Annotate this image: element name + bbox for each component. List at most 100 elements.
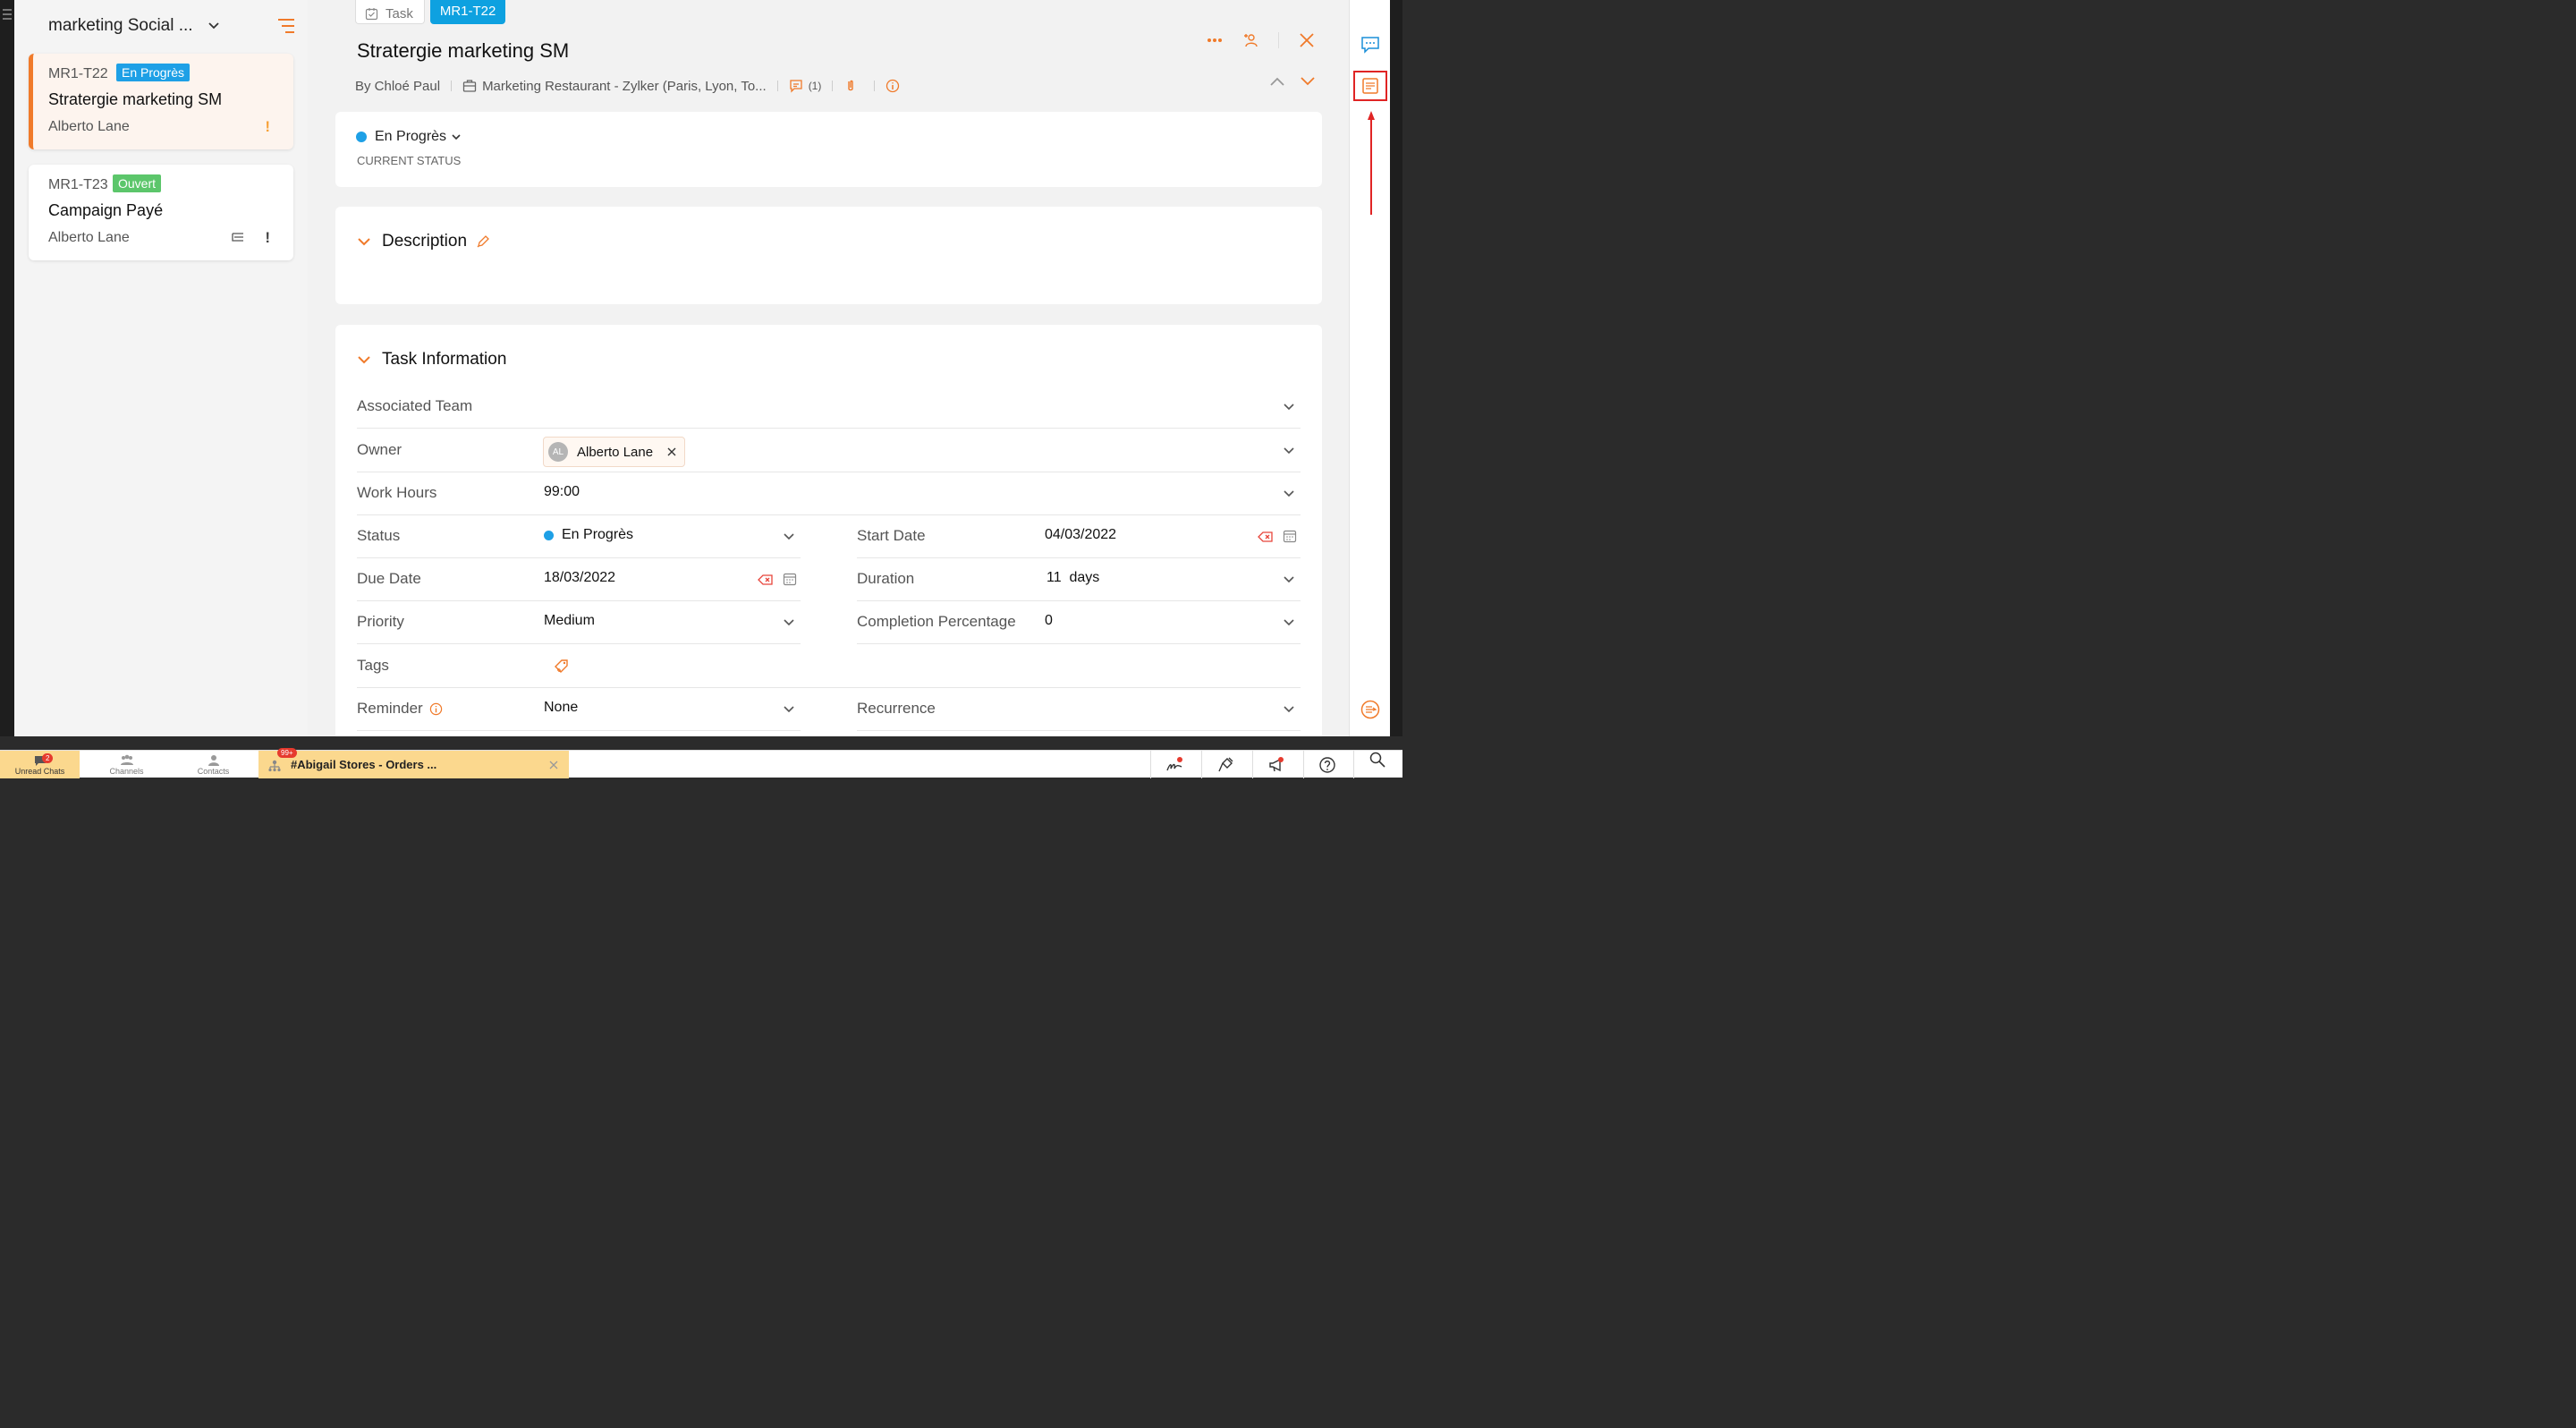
collapse-chevron-icon[interactable] [357,234,371,249]
chevron-down-icon[interactable] [1283,703,1295,716]
chevron-down-icon[interactable] [1283,401,1295,413]
task-title: Campaign Payé [48,201,164,219]
recurrence-field[interactable]: Recurrence [857,688,1301,731]
unread-chats-tab[interactable]: 2 Unread Chats [0,751,80,778]
channels-label: Channels [109,767,144,776]
collapse-chevron-icon[interactable] [357,353,371,367]
field-label: Work Hours [357,484,437,501]
contacts-tab[interactable]: Contacts [179,751,248,778]
help-question-icon[interactable] [1318,756,1336,774]
due-date-field[interactable]: Due Date 18/03/2022 [357,558,801,601]
plugin-disconnect-icon[interactable] [1216,756,1234,774]
edit-pencil-icon[interactable] [476,234,490,249]
comment-count[interactable]: (1) [809,80,822,92]
breadcrumb-task[interactable]: Task [355,0,425,24]
attachment-icon[interactable] [843,79,858,93]
field-label: Completion Percentage [857,613,1016,630]
open-channel-chat[interactable]: 99+ #Abigail Stores - Orders ... [258,748,569,778]
task-card-mr1-t23[interactable]: MR1-T23 Ouvert Campaign Payé Alberto Lan… [29,165,293,260]
description-panel: Description [335,207,1322,304]
window-edge [1390,0,1402,736]
description-header[interactable]: Description [357,232,490,251]
unread-count-badge: 2 [42,753,54,763]
divider [1150,751,1151,778]
next-task-icon[interactable] [1301,77,1315,86]
search-icon[interactable] [1368,751,1386,769]
channels-tab[interactable]: Channels [92,751,161,778]
field-label: Status [357,527,401,544]
chevron-down-icon[interactable] [783,531,795,543]
task-information-header[interactable]: Task Information [357,350,506,370]
priority-icon: ! [265,118,270,135]
field-label: Due Date [357,570,421,587]
tasklist-title[interactable]: marketing Social ... [48,16,193,36]
add-tag-icon[interactable] [554,659,570,675]
annotation-arrow-icon [1368,111,1375,215]
list-menu-icon[interactable] [277,18,295,34]
remove-owner-icon[interactable] [667,447,676,456]
field-label: Associated Team [357,397,473,414]
associated-team-field[interactable]: Associated Team [357,386,1301,429]
channel-unread-badge: 99+ [277,748,297,758]
list-arrow-icon[interactable] [1360,700,1380,719]
channels-people-icon [120,754,133,765]
signature-scribble-icon[interactable] [1165,756,1183,774]
completion-percentage-field[interactable]: Completion Percentage 0 [857,601,1301,644]
start-date-field[interactable]: Start Date 04/03/2022 [857,515,1301,558]
info-icon[interactable] [429,702,443,716]
duration-field[interactable]: Duration 11 days [857,558,1301,601]
chevron-down-icon[interactable] [1283,445,1295,457]
previous-task-icon[interactable] [1270,77,1284,86]
clear-date-icon[interactable] [1258,531,1274,543]
status-select[interactable]: En Progrès [544,527,633,543]
hamburger-icon[interactable] [3,9,12,22]
close-icon[interactable] [1299,32,1315,48]
status-field[interactable]: Status En Progrès [357,515,801,558]
right-tool-rail [1349,0,1390,736]
due-date-value: 18/03/2022 [544,570,616,585]
divider [1252,751,1253,778]
chevron-down-icon[interactable] [783,703,795,716]
divider [776,81,778,91]
created-by: By Chloé Paul [355,78,441,94]
chevron-down-icon[interactable] [1283,616,1295,629]
field-label: Priority [357,613,404,630]
chevron-down-icon[interactable] [208,20,220,32]
subtask-icon [232,233,243,242]
status-dot [544,530,554,540]
status-value: En Progrès [375,129,447,144]
chevron-down-icon[interactable] [1283,488,1295,500]
close-icon[interactable] [549,761,558,769]
reminder-value: None [544,700,579,715]
clear-date-icon[interactable] [758,574,774,586]
priority-field[interactable]: Priority Medium [357,601,801,644]
chat-comment-icon[interactable] [1360,35,1380,55]
description-heading: Description [382,232,468,251]
chevron-down-icon [452,134,461,140]
project-link[interactable]: Marketing Restaurant - Zylker (Paris, Ly… [482,79,767,94]
megaphone-announcement-icon[interactable] [1267,756,1285,774]
owner-chip[interactable]: AL Alberto Lane [543,437,686,467]
window-edge [0,0,14,736]
divider [451,81,453,91]
more-options-icon[interactable] [1207,38,1223,43]
divider [874,81,876,91]
breadcrumb-task-id[interactable]: MR1-T22 [429,0,506,24]
chevron-down-icon[interactable] [1283,574,1295,586]
task-meta: By Chloé Paul Marketing Restaurant - Zyl… [355,77,905,95]
page-title[interactable]: Stratergie marketing SM [357,39,569,63]
contact-person-icon [208,755,219,766]
calendar-icon[interactable] [1283,529,1297,543]
project-briefcase-icon [462,80,477,92]
reassign-user-icon[interactable] [1242,32,1258,48]
status-dropdown[interactable]: En Progrès [356,129,462,145]
reminder-field[interactable]: Reminder None [357,688,801,731]
info-icon[interactable] [886,79,900,93]
field-label: Recurrence [857,700,936,717]
chevron-down-icon[interactable] [783,616,795,629]
notes-document-icon[interactable] [1360,76,1380,96]
work-hours-field[interactable]: Work Hours 99:00 [357,472,1301,515]
comment-icon[interactable] [789,79,803,93]
calendar-icon[interactable] [783,572,797,586]
task-card-mr1-t22[interactable]: MR1-T22 En Progrès Stratergie marketing … [29,54,293,149]
